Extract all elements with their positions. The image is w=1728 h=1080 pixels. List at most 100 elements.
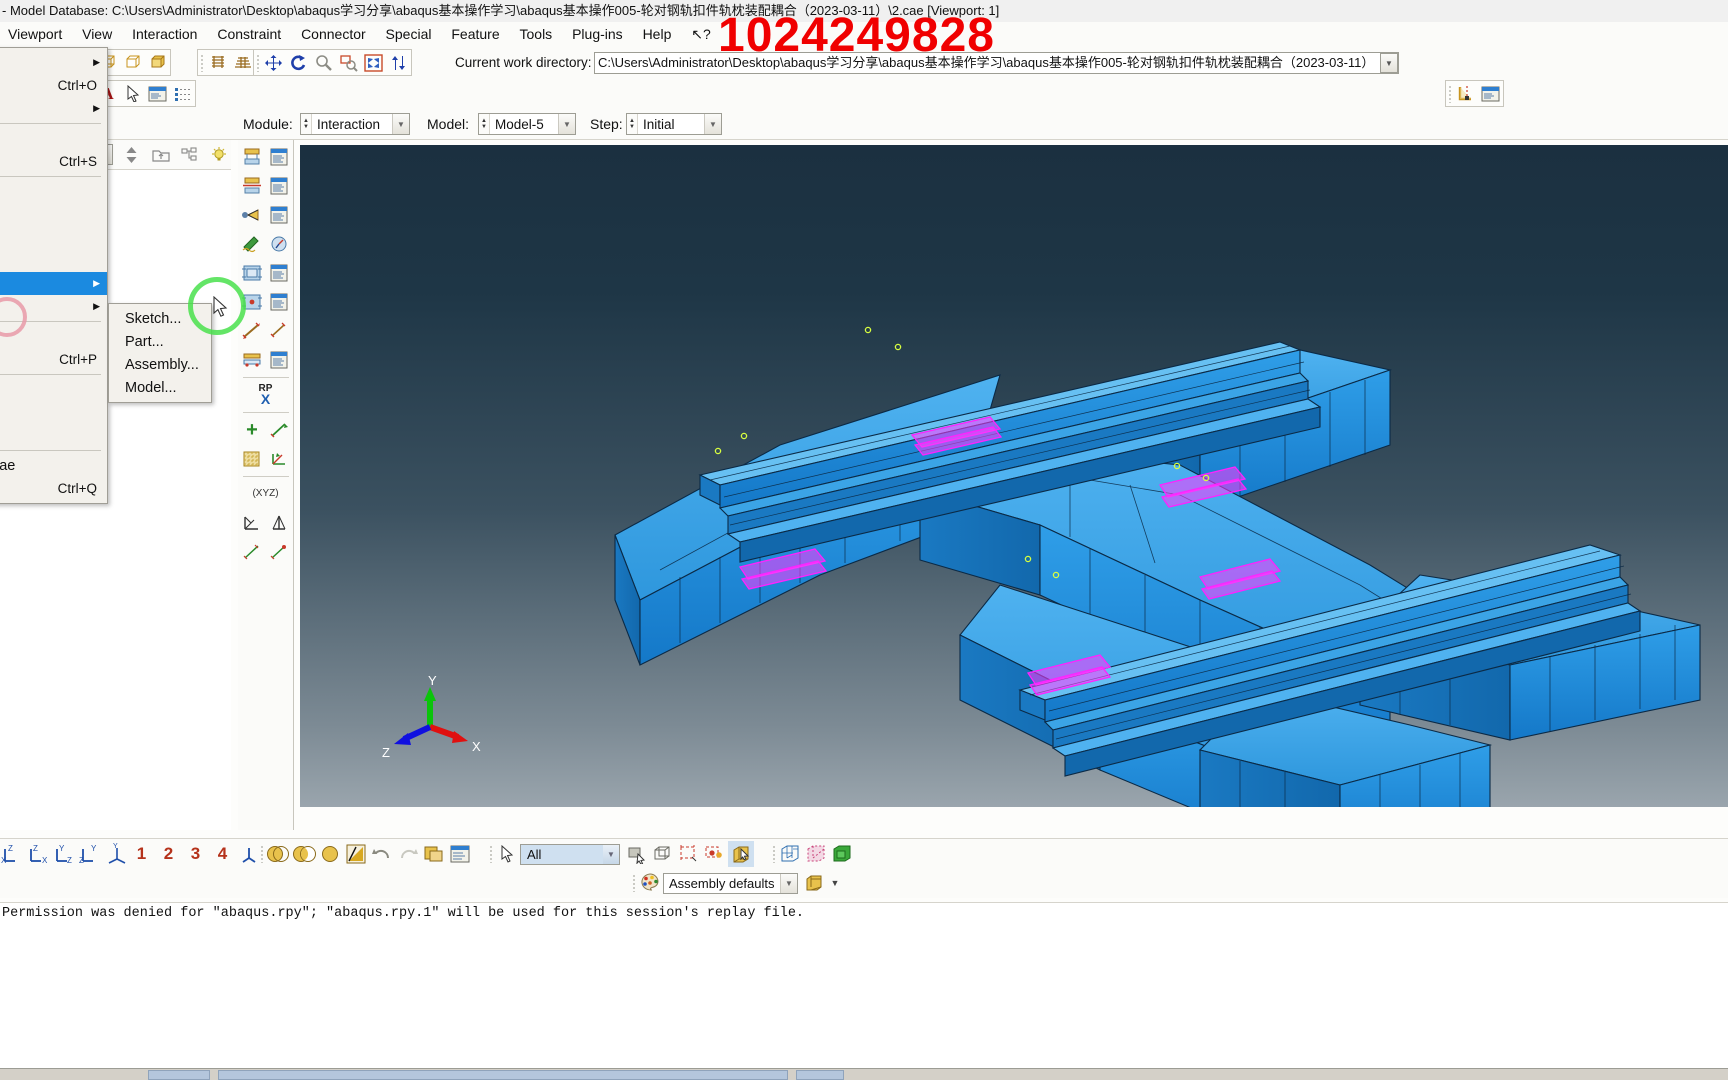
- menu-interaction[interactable]: Interaction: [124, 22, 205, 46]
- file-menu-item-export[interactable]: ▶: [0, 295, 107, 318]
- create-connector-section-icon[interactable]: [240, 231, 265, 256]
- context-help-icon[interactable]: ↖?: [683, 22, 719, 46]
- zoom-sort-icon[interactable]: [386, 50, 411, 75]
- contact-initialization-manager-icon[interactable]: [267, 289, 292, 314]
- menu-tools[interactable]: Tools: [512, 22, 561, 46]
- file-menu-item-compress-db[interactable]: DB...: [0, 180, 107, 203]
- selection-filter-dropdown-icon[interactable]: ▼: [603, 844, 619, 864]
- file-menu-item-connector[interactable]: B Connector ▶: [0, 97, 107, 120]
- rail-assembly-model[interactable]: [300, 145, 1728, 807]
- tree-go-up-icon[interactable]: [148, 142, 173, 167]
- saved-view-3[interactable]: 3: [182, 841, 209, 867]
- file-menu-recent-4[interactable]: odel-3-9(1).cae: [0, 454, 107, 477]
- file-menu-item-print-manager[interactable]: ger...: [0, 325, 107, 348]
- model-dropdown-icon[interactable]: ▼: [558, 114, 575, 134]
- surface-manager-icon[interactable]: [267, 539, 292, 564]
- view-iso-icon[interactable]: Y: [104, 841, 130, 867]
- create-wire-feature-icon[interactable]: [240, 318, 265, 343]
- view-yz-icon[interactable]: YZ: [52, 841, 78, 867]
- display-group-manager-icon[interactable]: [421, 841, 447, 867]
- file-menu-item-save[interactable]: Ctrl+S: [0, 150, 107, 173]
- box-zoom-icon[interactable]: [336, 50, 361, 75]
- menu-constraint[interactable]: Constraint: [209, 22, 289, 46]
- import-submenu[interactable]: Sketch... Part... Assembly... Model...: [108, 303, 212, 403]
- step-spinner[interactable]: ▲ ▼: [627, 114, 638, 134]
- create-display-group-icon[interactable]: [447, 841, 473, 867]
- select-box-icon[interactable]: [728, 841, 754, 867]
- constraint-manager-icon[interactable]: [267, 202, 292, 227]
- selection-pointer-icon[interactable]: [494, 841, 520, 867]
- selection-filter-combobox[interactable]: All ▼: [520, 843, 620, 865]
- model-spinner[interactable]: ▲ ▼: [479, 114, 490, 134]
- query-entity-icon[interactable]: [267, 510, 292, 535]
- render-style-dropdown-arrow-icon[interactable]: ▼: [827, 870, 843, 896]
- render-style-combobox[interactable]: Assembly defaults ▼: [663, 872, 798, 894]
- file-menu-item-print[interactable]: Ctrl+P: [0, 348, 107, 371]
- viewport-canvas[interactable]: Y X Z: [300, 145, 1728, 807]
- hidden-line-view-icon[interactable]: [120, 50, 145, 75]
- command-line-interface[interactable]: [0, 972, 1728, 1068]
- show-solid-icon[interactable]: [829, 841, 855, 867]
- view-zy-icon[interactable]: ZY: [78, 841, 104, 867]
- pointer-icon[interactable]: [120, 81, 145, 106]
- work-directory-field[interactable]: C:\Users\Administrator\Desktop\abaqus学习分…: [594, 52, 1399, 74]
- file-menu-item-options[interactable]: Options...: [0, 203, 107, 226]
- taskbar-chip-2[interactable]: [218, 1070, 788, 1080]
- view-zx-icon[interactable]: ZX: [26, 841, 52, 867]
- set-manager-icon[interactable]: [240, 539, 265, 564]
- taskbar-chip-3[interactable]: [796, 1070, 844, 1080]
- work-directory-dropdown-icon[interactable]: ▼: [1380, 53, 1398, 73]
- view-xz-icon[interactable]: XZ: [0, 841, 26, 867]
- contact-control-manager-icon[interactable]: [267, 260, 292, 285]
- menu-view[interactable]: View: [74, 22, 120, 46]
- list-icon[interactable]: [170, 81, 195, 106]
- submenu-item-sketch[interactable]: Sketch...: [109, 307, 211, 330]
- file-menu-item-database[interactable]: Database ▶: [0, 51, 107, 74]
- create-datum-csys-icon[interactable]: [267, 446, 292, 471]
- report-icon[interactable]: [1478, 81, 1503, 106]
- tree-highlight-icon[interactable]: [206, 142, 231, 167]
- rotate-view-icon[interactable]: [286, 50, 311, 75]
- create-interaction-icon[interactable]: [240, 144, 265, 169]
- menu-special[interactable]: Special: [378, 22, 440, 46]
- module-spinner[interactable]: ▲ ▼: [301, 114, 312, 134]
- saved-view-2[interactable]: 2: [155, 841, 182, 867]
- color-code-icon[interactable]: [637, 870, 663, 896]
- redo-display-group-icon[interactable]: [395, 841, 421, 867]
- render-beam-profiles-icon[interactable]: [205, 50, 230, 75]
- file-menu-item-import-objects[interactable]: Objects...: [0, 226, 107, 249]
- connector-assignment-manager-icon[interactable]: [267, 347, 292, 372]
- viewport-annotation-icon[interactable]: [145, 81, 170, 106]
- select-entity-icon[interactable]: [624, 841, 650, 867]
- file-menu-recent-1[interactable]: ..: [0, 378, 107, 401]
- tree-scroll-updown-icon[interactable]: [119, 142, 144, 167]
- intersect-selected-icon[interactable]: [343, 841, 369, 867]
- pan-view-icon[interactable]: [261, 50, 286, 75]
- show-boundary-icon[interactable]: [803, 841, 829, 867]
- create-constraint-icon[interactable]: [240, 202, 265, 227]
- query-information-icon[interactable]: [1453, 81, 1478, 106]
- menu-connector[interactable]: Connector: [293, 22, 374, 46]
- taskbar-chip-1[interactable]: [148, 1070, 210, 1080]
- render-style-dropdown-icon[interactable]: ▼: [780, 873, 797, 893]
- submenu-item-part[interactable]: Part...: [109, 330, 211, 353]
- replace-selected-icon[interactable]: [265, 841, 291, 867]
- submenu-item-assembly[interactable]: Assembly...: [109, 353, 211, 376]
- menu-viewport[interactable]: Viewport: [0, 22, 70, 46]
- file-menu-item-open[interactable]: Ctrl+O: [0, 74, 107, 97]
- query-coordinates-icon[interactable]: (XYZ): [240, 481, 292, 506]
- file-menu-recent-3[interactable]: cae: [0, 424, 107, 447]
- file-menu-item-exit[interactable]: Ctrl+Q: [0, 477, 107, 500]
- render-shell-thickness-icon[interactable]: [230, 50, 255, 75]
- file-menu-dropdown[interactable]: Database ▶ Ctrl+O B Connector ▶ ectory..…: [0, 47, 108, 504]
- create-datum-point-icon[interactable]: +: [240, 417, 265, 442]
- undo-display-group-icon[interactable]: [369, 841, 395, 867]
- saved-view-1[interactable]: 1: [128, 841, 155, 867]
- saved-view-4[interactable]: 4: [209, 841, 236, 867]
- submenu-item-model[interactable]: Model...: [109, 376, 211, 399]
- create-contact-control-icon[interactable]: [240, 260, 265, 285]
- menu-feature[interactable]: Feature: [443, 22, 507, 46]
- magnify-view-icon[interactable]: [311, 50, 336, 75]
- shaded-view-icon[interactable]: [145, 50, 170, 75]
- step-combobox[interactable]: ▲ ▼ Initial ▼: [626, 113, 722, 135]
